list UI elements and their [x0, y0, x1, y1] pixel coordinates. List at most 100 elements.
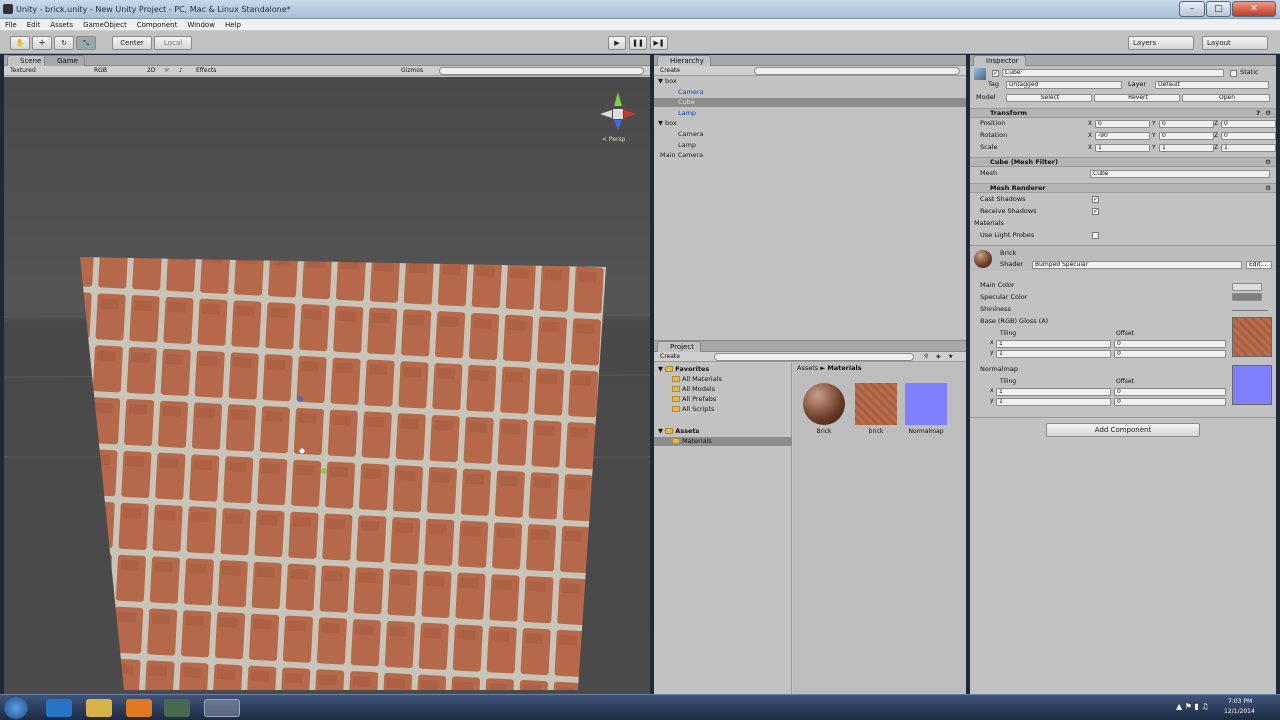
- object-name-input[interactable]: Cube: [1002, 69, 1224, 77]
- step-button[interactable]: ▶❚: [650, 36, 668, 50]
- transform-y-field[interactable]: 1: [1159, 144, 1214, 152]
- hierarchy-item[interactable]: Lamp: [654, 141, 966, 150]
- gear-icon[interactable]: ⚙: [1265, 184, 1271, 192]
- layer-dropdown[interactable]: Default: [1155, 81, 1269, 89]
- menu-help[interactable]: Help: [220, 19, 246, 31]
- transform-y-field[interactable]: 0: [1159, 132, 1214, 140]
- menu-component[interactable]: Component: [132, 19, 183, 31]
- pivot-local-button[interactable]: Local: [154, 36, 192, 50]
- mesh-renderer-header[interactable]: Mesh Renderer ⚙: [970, 183, 1276, 193]
- pause-button[interactable]: ❚❚: [629, 36, 647, 50]
- maximize-button[interactable]: □: [1206, 1, 1231, 17]
- media-player-icon[interactable]: [126, 699, 152, 717]
- offset-y-field[interactable]: 0: [1114, 350, 1226, 358]
- base-texture-slot[interactable]: [1232, 317, 1272, 357]
- receive-shadows-checkbox[interactable]: ✓: [1092, 208, 1099, 215]
- gizmo-center-handle[interactable]: [299, 448, 305, 454]
- tab-inspector[interactable]: Inspector: [973, 55, 1026, 66]
- menu-edit[interactable]: Edit: [22, 19, 46, 31]
- asset-item[interactable]: brick: [855, 383, 897, 435]
- transform-header[interactable]: Transform? ⚙: [970, 108, 1276, 118]
- help-icon[interactable]: ?: [1256, 109, 1260, 117]
- hierarchy-item[interactable]: Main Camera: [654, 151, 966, 160]
- transform-x-field[interactable]: 0: [1095, 120, 1150, 128]
- shininess-slider[interactable]: [1232, 310, 1268, 311]
- scale-tool-icon[interactable]: ⤡: [76, 36, 96, 50]
- model-select-button[interactable]: Select: [1006, 94, 1092, 102]
- scene-viewport[interactable]: < Persp: [4, 77, 650, 694]
- hierarchy-item[interactable]: Lamp: [654, 109, 966, 118]
- transform-x-field[interactable]: 1: [1095, 144, 1150, 152]
- favorite-item[interactable]: All Prefabs: [672, 395, 716, 404]
- cast-shadows-checkbox[interactable]: ✓: [1092, 196, 1099, 203]
- favorites-header[interactable]: ▼ Favorites: [658, 365, 709, 374]
- gizmos-dropdown[interactable]: Gizmos: [401, 66, 423, 75]
- offset-x-field[interactable]: 0: [1114, 340, 1226, 348]
- file-explorer-icon[interactable]: [86, 699, 112, 717]
- play-button[interactable]: ▶: [608, 36, 626, 50]
- menu-gameobject[interactable]: GameObject: [78, 19, 132, 31]
- hierarchy-item[interactable]: ▼ box: [654, 119, 966, 128]
- hierarchy-item[interactable]: Cube: [654, 98, 966, 108]
- add-component-button[interactable]: Add Component: [1046, 423, 1200, 437]
- close-button[interactable]: ✕: [1232, 1, 1276, 17]
- main-color-swatch[interactable]: [1232, 283, 1262, 291]
- normal-tiling-x-field[interactable]: 1: [996, 388, 1111, 396]
- breadcrumb-root[interactable]: Assets: [797, 364, 818, 372]
- scene-orientation-gizmo-icon[interactable]: [600, 92, 636, 130]
- hierarchy-create-dropdown[interactable]: Create: [660, 66, 680, 75]
- 2d-toggle[interactable]: 2D: [147, 66, 155, 75]
- hand-tool-icon[interactable]: ✋: [10, 36, 30, 50]
- favorite-star-icon[interactable]: ★: [948, 352, 953, 361]
- materials-folder[interactable]: Materials: [654, 437, 792, 446]
- tag-dropdown[interactable]: Untagged: [1006, 81, 1122, 89]
- transform-x-field[interactable]: -90: [1095, 132, 1150, 140]
- asset-item[interactable]: Brick: [803, 383, 845, 435]
- favorite-item[interactable]: All Materials: [672, 375, 722, 384]
- breadcrumb-leaf[interactable]: Materials: [827, 364, 861, 372]
- gear-icon[interactable]: ⚙: [1265, 158, 1271, 166]
- start-button-icon[interactable]: [4, 697, 28, 719]
- shader-edit-button[interactable]: Edit...: [1246, 261, 1272, 269]
- expand-arrow-icon[interactable]: ▼: [658, 77, 663, 85]
- gizmo-y-handle[interactable]: [321, 468, 327, 474]
- hierarchy-item[interactable]: ▼ box: [654, 77, 966, 86]
- specular-color-swatch[interactable]: [1232, 293, 1262, 301]
- lighting-toggle-icon[interactable]: ☼: [164, 66, 169, 75]
- gizmo-z-handle[interactable]: [297, 396, 303, 402]
- persp-label[interactable]: < Persp: [602, 136, 625, 143]
- clock-time[interactable]: 7:03 PM: [1228, 698, 1252, 705]
- clock-date[interactable]: 12/1/2014: [1224, 708, 1255, 715]
- effects-dropdown[interactable]: Effects: [196, 66, 216, 75]
- hierarchy-item[interactable]: Camera: [654, 88, 966, 97]
- tiling-x-field[interactable]: 1: [996, 340, 1111, 348]
- internet-explorer-icon[interactable]: [46, 699, 72, 717]
- hierarchy-search-input[interactable]: [754, 67, 960, 75]
- material-header[interactable]: Brick Shader Bumped Specular Edit...: [970, 245, 1276, 271]
- asset-item[interactable]: Normalmap: [905, 383, 947, 435]
- model-revert-button[interactable]: Revert: [1094, 94, 1180, 102]
- model-open-button[interactable]: Open: [1182, 94, 1270, 102]
- shader-dropdown[interactable]: Bumped Specular: [1032, 261, 1242, 269]
- normal-offset-y-field[interactable]: 0: [1114, 398, 1226, 406]
- transform-z-field[interactable]: 0: [1221, 132, 1276, 140]
- favorite-item[interactable]: All Scripts: [672, 405, 714, 414]
- brick-cube-mesh[interactable]: [80, 257, 606, 690]
- tab-hierarchy[interactable]: Hierarchy: [657, 55, 711, 66]
- menu-window[interactable]: Window: [182, 19, 220, 31]
- menu-file[interactable]: File: [0, 19, 22, 31]
- menu-assets[interactable]: Assets: [45, 19, 78, 31]
- mesh-filter-header[interactable]: Cube (Mesh Filter) ⚙: [970, 157, 1276, 167]
- render-mode-dropdown[interactable]: RGB: [94, 66, 107, 75]
- normal-tiling-y-field[interactable]: 1: [996, 398, 1111, 406]
- expand-arrow-icon[interactable]: ▼: [658, 119, 663, 127]
- transform-y-field[interactable]: 0: [1159, 120, 1214, 128]
- minimize-button[interactable]: –: [1179, 1, 1205, 17]
- materials-foldout[interactable]: Materials: [974, 219, 1004, 228]
- tab-scene[interactable]: Scene: [7, 55, 49, 66]
- normalmap-slot[interactable]: [1232, 365, 1272, 405]
- mesh-object-field[interactable]: Cube: [1090, 170, 1270, 178]
- filter-label-icon[interactable]: ◈: [936, 352, 941, 361]
- rotate-tool-icon[interactable]: ↻: [54, 36, 74, 50]
- project-search-input[interactable]: [714, 353, 914, 361]
